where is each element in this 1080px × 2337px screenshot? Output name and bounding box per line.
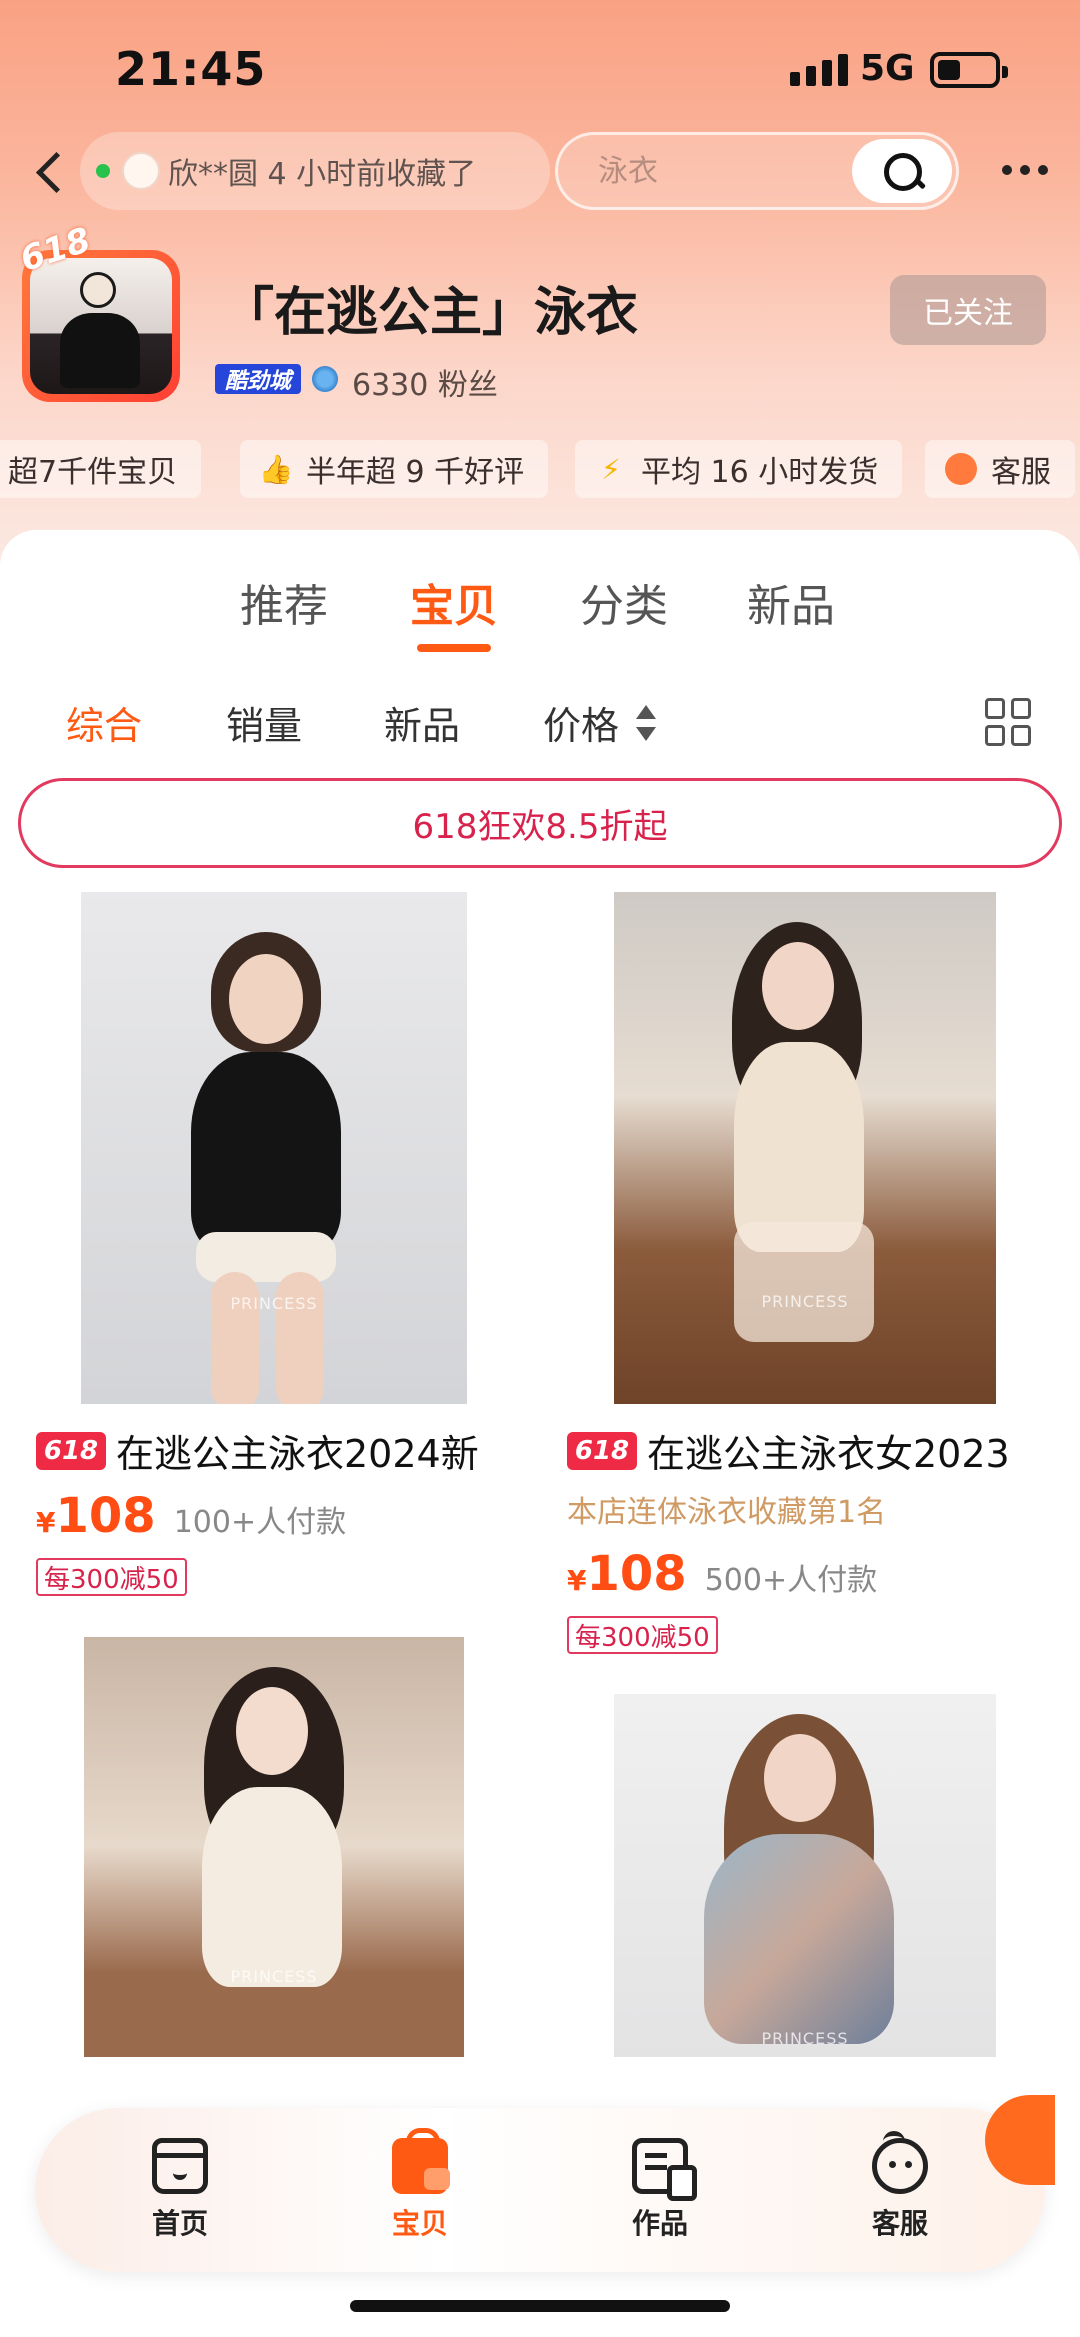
search-input[interactable] [598, 149, 798, 193]
stat-item-shipping[interactable]: ⚡ 平均 16 小时发货 [575, 440, 903, 498]
tab-products[interactable]: 宝贝 [410, 570, 498, 634]
sort-arrows-icon[interactable] [635, 705, 657, 743]
sort-sales[interactable]: 销量 [226, 695, 302, 750]
storefront-icon [152, 2138, 208, 2194]
top-nav: 欣**圆 4 小时前收藏了 [0, 128, 1080, 218]
promo-banner[interactable]: 618狂欢8.5折起 [18, 778, 1062, 868]
tabbar-home[interactable]: 首页 [120, 2138, 240, 2248]
tabbar-works[interactable]: 作品 [600, 2138, 720, 2248]
stat-label: 半年超 9 千好评 [306, 455, 525, 490]
product-title: 618 在逃公主泳衣2024新 [36, 1423, 479, 1478]
customer-service-icon [945, 453, 977, 485]
thumbs-up-icon: 👍 [258, 452, 294, 486]
bottom-tab-bar: 首页 宝贝 作品 客服 [35, 2108, 1045, 2272]
price-value: 108 [586, 1546, 687, 1602]
status-bar: 21:45 5G [0, 0, 1080, 130]
network-type: 5G [860, 48, 915, 89]
active-tab-indicator [417, 644, 491, 652]
grid-view-icon[interactable] [985, 698, 1033, 746]
follow-button[interactable]: 已关注 [890, 275, 1046, 345]
shop-stats-strip[interactable]: 超7千件宝贝 👍 半年超 9 千好评 ⚡ 平均 16 小时发货 客服 [0, 440, 1080, 498]
product-rank-label: 本店连体泳衣收藏第1名 [567, 1495, 887, 1530]
image-watermark: PRINCESS [761, 1292, 849, 1311]
tabbar-label: 宝贝 [391, 2207, 448, 2240]
tab-recommend[interactable]: 推荐 [240, 570, 328, 634]
search-icon[interactable] [852, 139, 952, 203]
currency-symbol: ¥ [567, 1564, 587, 1597]
shopping-bag-icon [392, 2128, 450, 2194]
product-title-text: 在逃公主泳衣女2023 [647, 1432, 1010, 1476]
product-image[interactable]: PRINCESS [614, 1694, 996, 2057]
online-dot-icon [96, 164, 110, 178]
shop-name[interactable]: 「在逃公主」泳衣 [222, 270, 638, 345]
sales-count: 500+人付款 [704, 1563, 878, 1598]
stat-label: 平均 16 小时发货 [641, 455, 879, 490]
status-time: 21:45 [115, 42, 267, 96]
sort-newest[interactable]: 新品 [384, 695, 460, 750]
shop-content-panel: 推荐 宝贝 分类 新品 综合 销量 新品 价格 618狂欢8.5折起 PRINC… [0, 530, 1080, 2337]
coupon-badge: 每300减50 [36, 1558, 187, 1596]
sort-price[interactable]: 价格 [543, 695, 619, 750]
product-price: ¥ 108 500+人付款 [567, 1546, 877, 1602]
tabbar-customer-service[interactable]: 客服 [840, 2131, 960, 2248]
currency-symbol: ¥ [36, 1506, 56, 1539]
tab-categories[interactable]: 分类 [580, 570, 668, 634]
stat-label: 超7千件宝贝 [8, 455, 178, 490]
promo-618-tag: 618 [567, 1431, 637, 1470]
product-image[interactable]: PRINCESS [81, 892, 467, 1404]
tabbar-label: 首页 [151, 2207, 208, 2240]
image-watermark: PRINCESS [761, 2029, 849, 2048]
shop-level-badge: 酷劲城 [215, 364, 301, 394]
price-value: 108 [55, 1488, 156, 1544]
cellular-signal-icon [790, 54, 848, 86]
battery-icon [930, 52, 1008, 88]
more-options-icon[interactable] [995, 150, 1055, 190]
promo-618-tag: 618 [36, 1431, 106, 1470]
sales-count: 100+人付款 [173, 1505, 347, 1540]
coupon-badge: 每300减50 [567, 1616, 718, 1654]
works-icon [632, 2138, 697, 2201]
lightning-icon: ⚡ [601, 452, 621, 486]
tabbar-label: 作品 [631, 2207, 688, 2240]
stat-item-reviews[interactable]: 👍 半年超 9 千好评 [240, 440, 549, 498]
recent-activity-text: 欣**圆 4 小时前收藏了 [168, 157, 477, 192]
product-price: ¥ 108 100+人付款 [36, 1488, 346, 1544]
stat-item-products[interactable]: 超7千件宝贝 [0, 440, 202, 498]
product-title: 618 在逃公主泳衣女2023 [567, 1423, 1010, 1478]
shop-tabs: 推荐 宝贝 分类 新品 [0, 570, 1080, 652]
tabbar-products[interactable]: 宝贝 [360, 2128, 480, 2248]
back-arrow-icon[interactable] [28, 146, 78, 196]
recent-activity-notice[interactable]: 欣**圆 4 小时前收藏了 [80, 132, 550, 210]
home-indicator[interactable] [350, 2300, 730, 2312]
visitor-avatar [122, 152, 160, 190]
fans-count: 6330 粉丝 [352, 368, 498, 403]
sort-comprehensive[interactable]: 综合 [66, 695, 142, 750]
product-image[interactable]: PRINCESS [84, 1637, 464, 2057]
image-watermark: PRINCESS [230, 1294, 318, 1313]
tab-new-arrivals[interactable]: 新品 [747, 570, 835, 634]
stat-item-customer-service[interactable]: 客服 [925, 440, 1075, 498]
product-title-text: 在逃公主泳衣2024新 [116, 1432, 479, 1476]
customer-service-face-icon [872, 2131, 928, 2194]
tabbar-label: 客服 [871, 2207, 928, 2240]
sort-bar: 综合 销量 新品 价格 [0, 695, 1080, 755]
product-image[interactable]: PRINCESS [614, 892, 996, 1404]
stat-label: 客服 [991, 455, 1051, 490]
shop-search-box[interactable] [555, 132, 959, 210]
fans-icon [312, 366, 338, 392]
image-watermark: PRINCESS [230, 1967, 318, 1986]
